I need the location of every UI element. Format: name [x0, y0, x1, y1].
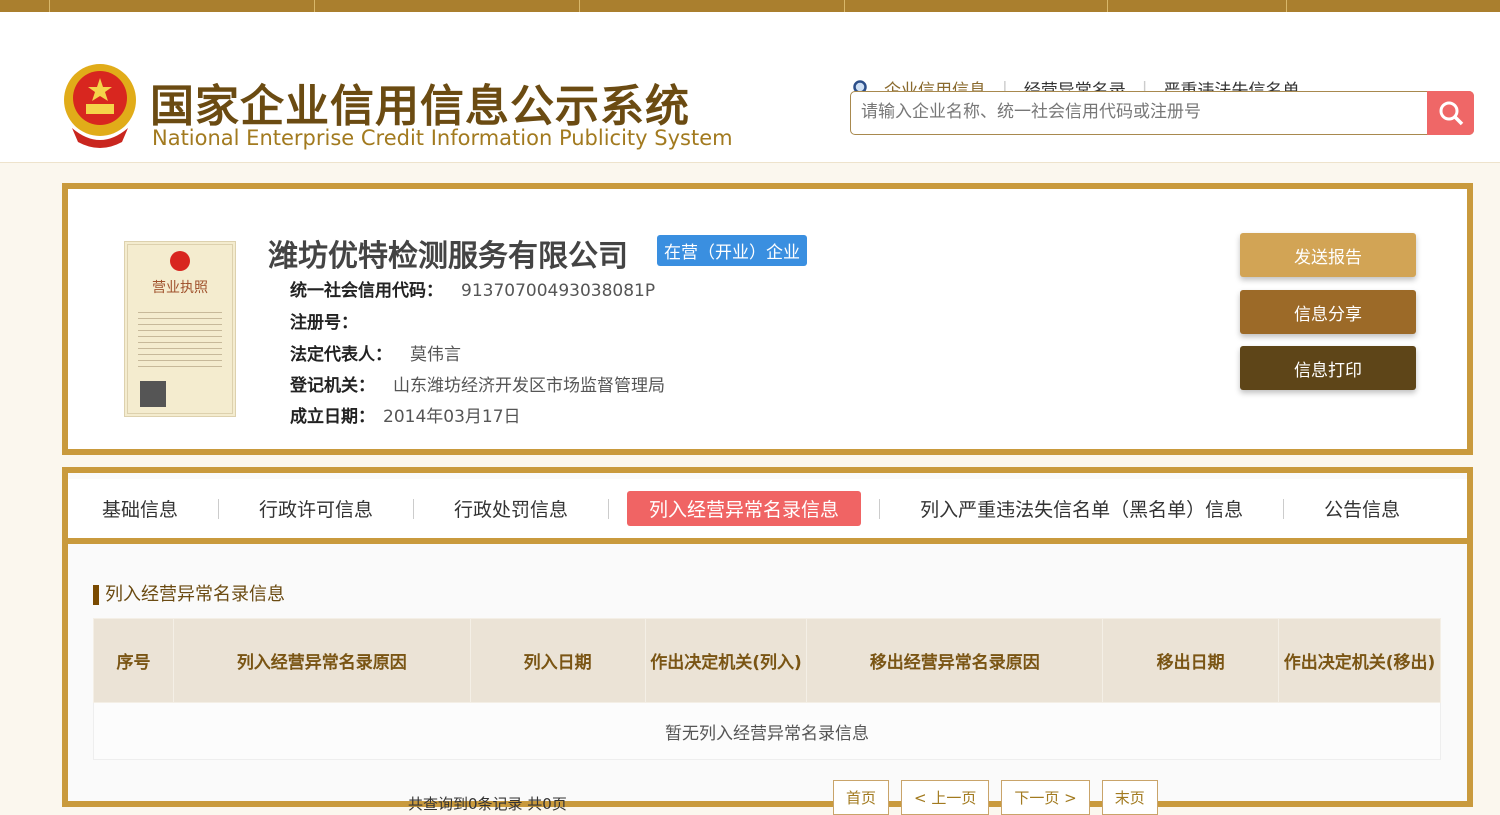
col-removal-date: 移出日期 [1102, 618, 1280, 703]
search-input[interactable] [861, 92, 1431, 132]
col-listing-date: 列入日期 [469, 618, 646, 703]
field-authority: 登记机关： 山东潍坊经济开发区市场监督管理局 [290, 371, 665, 396]
send-report-button[interactable]: 发送报告 [1240, 233, 1416, 277]
field-label: 统一社会信用代码： [290, 281, 443, 301]
field-founded: 成立日期： 2014年03月17日 [290, 402, 521, 427]
field-reg-no: 注册号： [290, 308, 376, 333]
tab-admin-penalty[interactable]: 行政处罚信息 [432, 491, 590, 526]
tab-blacklist[interactable]: 列入严重违法失信名单（黑名单）信息 [898, 491, 1265, 526]
section-title: 列入经营异常名录信息 [93, 585, 285, 605]
top-bar [0, 0, 1500, 12]
field-label: 登记机关： [290, 376, 375, 396]
business-license-image: 营业执照 [124, 241, 236, 417]
field-value: 91370700493038081P [461, 281, 656, 301]
table-row: 暂无列入经营异常名录信息 [93, 702, 1441, 760]
tab-divider [879, 498, 881, 519]
tab-admin-license[interactable]: 行政许可信息 [237, 491, 395, 526]
field-credit-code: 统一社会信用代码： 91370700493038081P [290, 276, 655, 301]
company-name: 潍坊优特检测服务有限公司 [268, 239, 628, 274]
field-label: 成立日期： [290, 407, 375, 427]
field-value: 山东潍坊经济开发区市场监督管理局 [393, 376, 665, 396]
pagination: 首页 < 上一页 下一页 > 末页 [833, 780, 1158, 815]
field-legal-rep: 法定代表人： 莫伟言 [290, 340, 461, 365]
tab-announcements[interactable]: 公告信息 [1302, 491, 1422, 526]
col-listing-authority: 作出决定机关(列入) [644, 618, 808, 703]
col-index: 序号 [93, 618, 174, 703]
table-header-row: 序号 列入经营异常名录原因 列入日期 作出决定机关(列入) 移出经营异常名录原因… [93, 618, 1441, 703]
abnormal-list-table: 序号 列入经营异常名录原因 列入日期 作出决定机关(列入) 移出经营异常名录原因… [93, 618, 1441, 760]
search-button[interactable] [1427, 91, 1474, 135]
national-emblem-icon [64, 64, 136, 148]
share-info-button[interactable]: 信息分享 [1240, 290, 1416, 334]
tab-divider [608, 498, 610, 519]
logo-title-en: National Enterprise Credit Information P… [152, 126, 733, 150]
tab-bar: 基础信息 行政许可信息 行政处罚信息 列入经营异常名录信息 列入严重违法失信名单… [68, 479, 1467, 544]
site-header: 国家企业信用信息公示系统 National Enterprise Credit … [0, 12, 1500, 163]
tab-divider [1283, 498, 1285, 519]
company-card: 营业执照 潍坊优特检测服务有限公司 在营（开业）企业 统一社会信用代码： 9137… [62, 183, 1473, 455]
license-title: 营业执照 [152, 280, 208, 296]
tab-divider [218, 498, 220, 519]
print-info-button[interactable]: 信息打印 [1240, 346, 1416, 390]
status-badge: 在营（开业）企业 [657, 235, 807, 266]
field-label: 法定代表人： [290, 345, 392, 365]
first-page-button[interactable]: 首页 [833, 780, 890, 815]
search-box [850, 91, 1474, 135]
logo-title-cn: 国家企业信用信息公示系统 [150, 81, 690, 132]
details-card: 基础信息 行政许可信息 行政处罚信息 列入经营异常名录信息 列入严重违法失信名单… [62, 467, 1473, 815]
pager-total: 共查询到0条记录 共0页 [408, 795, 567, 813]
col-removal-reason: 移出经营异常名录原因 [806, 618, 1104, 703]
tab-basic-info[interactable]: 基础信息 [80, 491, 200, 526]
prev-page-button[interactable]: < 上一页 [901, 780, 990, 815]
tab-abnormal-list[interactable]: 列入经营异常名录信息 [627, 491, 862, 526]
next-page-button[interactable]: 下一页 > [1001, 780, 1090, 815]
empty-message: 暂无列入经营异常名录信息 [93, 702, 1441, 760]
field-label: 注册号： [290, 313, 358, 333]
field-value: 2014年03月17日 [383, 407, 521, 427]
last-page-button[interactable]: 末页 [1101, 780, 1158, 815]
field-value: 莫伟言 [410, 345, 461, 365]
col-removal-authority: 作出决定机关(移出) [1278, 618, 1441, 703]
tab-divider [413, 498, 415, 519]
search-icon [1439, 101, 1463, 126]
col-listing-reason: 列入经营异常名录原因 [172, 618, 471, 703]
